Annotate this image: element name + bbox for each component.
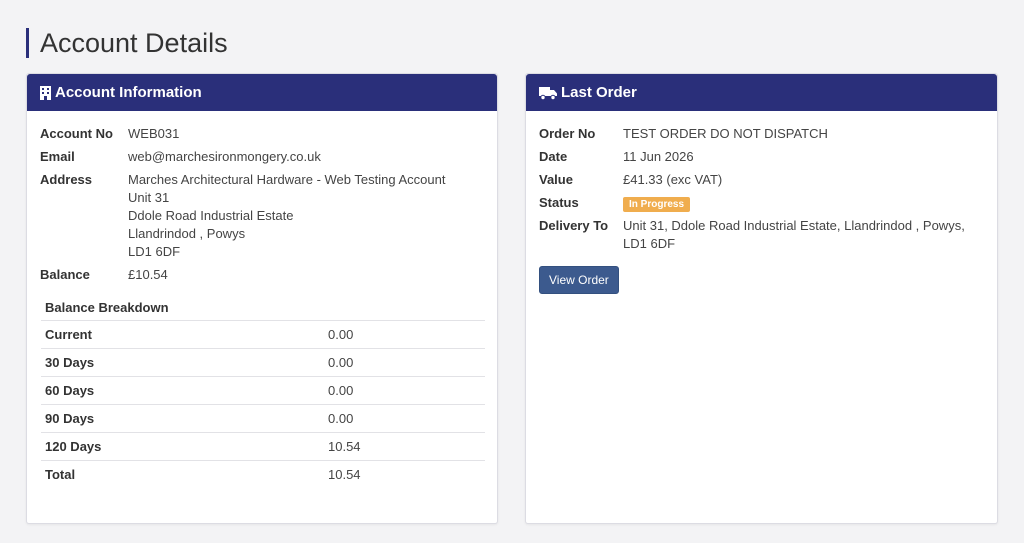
table-row: 120 Days 10.54 [41,432,485,461]
last-order-title: Last Order [561,84,637,101]
delivery-line: Unit 31, Ddole Road Industrial Estate, L… [623,218,965,233]
address-value: Marches Architectural Hardware - Web Tes… [128,171,445,261]
email-value: web@marchesironmongery.co.uk [128,149,321,164]
status-label: Status [539,195,579,210]
order-no-row: Order No TEST ORDER DO NOT DISPATCH [539,125,984,143]
delivery-line: LD1 6DF [623,236,676,251]
breakdown-value: 0.00 [324,320,485,349]
account-information-title: Account Information [55,84,202,101]
balance-value: £10.54 [128,267,168,282]
table-row: Current 0.00 [41,320,485,349]
address-label: Address [40,172,93,187]
balance-row: Balance £10.54 [40,266,484,284]
value-row: Value £41.33 (exc VAT) [539,171,984,189]
page-title: Account Details [26,28,228,58]
date-row: Date 11 Jun 2026 [539,148,984,166]
status-row: Status In Progress [539,194,984,212]
breakdown-value: 0.00 [324,376,485,405]
order-value: £41.33 (exc VAT) [623,172,723,187]
balance-breakdown-title: Balance Breakdown [45,299,169,315]
email-label: Email [40,149,75,164]
table-row: 90 Days 0.00 [41,404,485,433]
view-order-button[interactable]: View Order [539,266,619,294]
building-icon [40,85,51,100]
address-line: Unit 31 [128,190,170,205]
table-row: 60 Days 0.00 [41,376,485,405]
last-order-header: Last Order [526,74,997,111]
account-no-label: Account No [40,126,113,141]
address-line: LD1 6DF [128,244,181,259]
date-label: Date [539,149,568,164]
address-row: Address Marches Architectural Hardware -… [40,171,484,261]
value-label: Value [539,172,573,187]
balance-breakdown-header-row: Balance Breakdown [41,294,485,321]
order-no-value: TEST ORDER DO NOT DISPATCH [623,126,828,141]
breakdown-label: Total [41,460,324,488]
breakdown-value: 10.54 [324,432,485,461]
order-no-label: Order No [539,126,596,141]
balance-label: Balance [40,267,90,282]
account-information-header: Account Information [27,74,497,111]
email-row: Email web@marchesironmongery.co.uk [40,148,484,166]
truck-icon [539,86,557,100]
breakdown-value: 0.00 [324,348,485,377]
breakdown-value: 10.54 [324,460,485,488]
last-order-panel: Last Order Order No TEST ORDER DO NOT DI… [525,73,998,524]
delivery-row: Delivery To Unit 31, Ddole Road Industri… [539,217,984,253]
breakdown-label: 60 Days [41,376,324,405]
date-value: 11 Jun 2026 [623,149,694,164]
breakdown-label: 30 Days [41,348,324,377]
breakdown-value: 0.00 [324,404,485,433]
account-information-panel: Account Information Account No WEB031 Em… [26,73,498,524]
address-line: Marches Architectural Hardware - Web Tes… [128,172,446,187]
address-line: Llandrindod , Powys [128,226,246,241]
status-badge: In Progress [623,197,691,212]
breakdown-label: 120 Days [41,432,324,461]
breakdown-label: 90 Days [41,404,324,433]
account-no-row: Account No WEB031 [40,125,484,143]
address-line: Ddole Road Industrial Estate [128,208,294,223]
table-row: Total 10.54 [41,460,485,488]
delivery-value: Unit 31, Ddole Road Industrial Estate, L… [623,217,965,253]
account-no-value: WEB031 [128,126,180,141]
table-row: 30 Days 0.00 [41,348,485,377]
balance-breakdown-table: Balance Breakdown Current 0.00 30 Days 0… [41,294,485,488]
delivery-label: Delivery To [539,218,609,233]
breakdown-label: Current [41,320,324,349]
